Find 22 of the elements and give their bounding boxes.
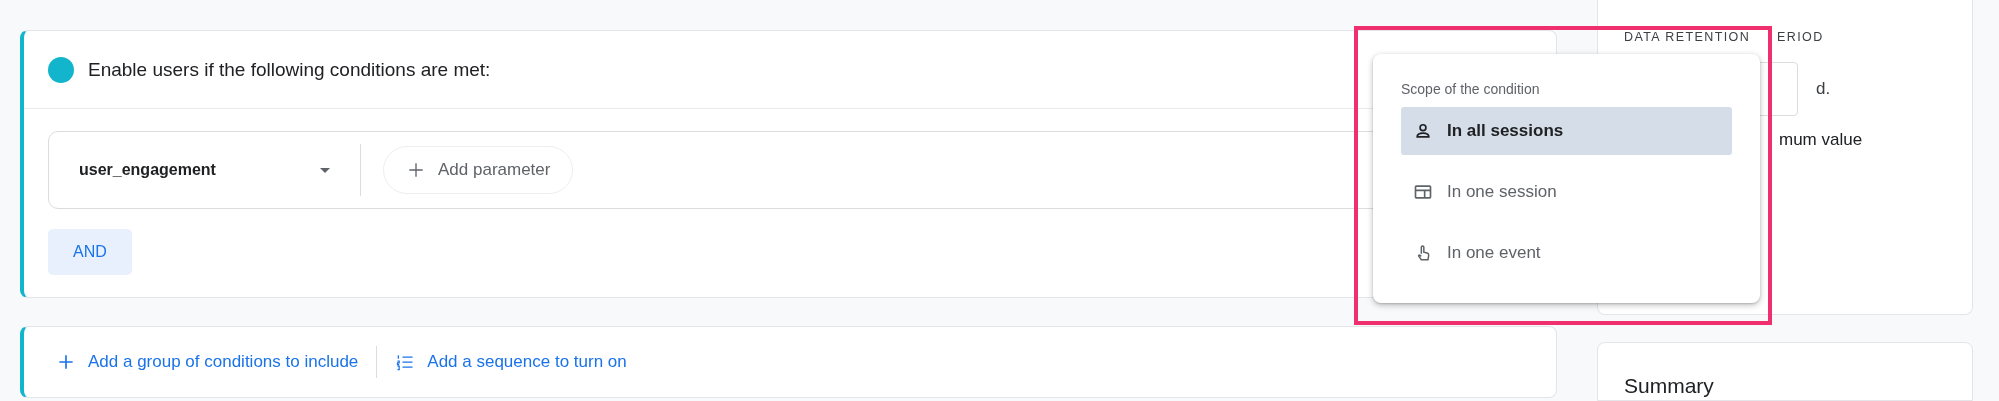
person-icon [1413, 121, 1433, 141]
section-title: DATA RETENTION [1624, 30, 1751, 44]
event-dropdown[interactable]: user_engagement [49, 144, 361, 196]
condition-title: Enable users if the following conditions are met: [88, 58, 491, 81]
numbered-list-icon [395, 352, 416, 372]
action-link[interactable]: Add a group of conditions to include [56, 352, 377, 372]
add-parameter-button[interactable]: Add parameter [383, 146, 574, 194]
action-link[interactable]: Add a sequence to turn on [395, 352, 645, 372]
menu-item[interactable]: In one event [1401, 229, 1732, 277]
section-title-fragment: ERIOD [1777, 30, 1824, 44]
option-label: mum value [1779, 130, 1864, 150]
caret-icon [320, 167, 330, 173]
plus-icon [56, 352, 76, 372]
summary-title: Summary [1624, 373, 1715, 398]
window-icon [1413, 182, 1433, 202]
menu-item[interactable]: In one session [1401, 168, 1732, 216]
status-dot [48, 56, 74, 83]
menu-item[interactable]: In all sessions [1401, 107, 1732, 155]
and-button[interactable]: AND [48, 229, 132, 275]
menu-title: Scope of the condition [1401, 81, 1541, 97]
plus-icon [406, 160, 426, 180]
unit-label: d. [1816, 79, 1831, 99]
